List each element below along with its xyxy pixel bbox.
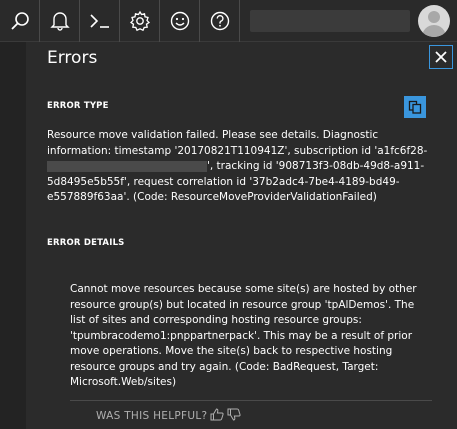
- gear-icon: [129, 10, 150, 32]
- cloud-shell-icon: [89, 14, 109, 28]
- copy-icon: [408, 100, 422, 114]
- avatar-body: [422, 25, 446, 37]
- close-icon: [435, 51, 447, 63]
- errors-panel: Errors ERROR TYPE Resource move validati…: [26, 42, 457, 429]
- thumbs-up-button[interactable]: [210, 408, 224, 424]
- error-type-message: Resource move validation failed. Please …: [47, 128, 432, 206]
- helpful-label: WAS THIS HELPFUL?: [96, 410, 208, 422]
- account-name-redacted[interactable]: [250, 10, 410, 32]
- help-button[interactable]: [200, 0, 240, 42]
- top-toolbar: [0, 0, 457, 42]
- help-icon: [210, 11, 229, 31]
- divider: [70, 400, 432, 401]
- bell-icon: [49, 12, 70, 31]
- error-type-heading: ERROR TYPE: [47, 101, 109, 111]
- feedback-button[interactable]: [160, 0, 200, 42]
- avatar-head: [428, 11, 440, 23]
- smiley-icon: [170, 11, 189, 31]
- settings-button[interactable]: [120, 0, 160, 42]
- thumbs-down-icon: [227, 408, 241, 421]
- left-strip: [0, 42, 26, 429]
- close-button[interactable]: [429, 45, 453, 69]
- thumbs-up-icon: [210, 408, 224, 421]
- search-icon: [10, 12, 29, 30]
- copy-button[interactable]: [404, 96, 426, 118]
- redacted-subscription-id: [47, 160, 207, 172]
- thumbs-down-button[interactable]: [227, 408, 241, 424]
- error-details-heading: ERROR DETAILS: [47, 238, 125, 248]
- error-details-message: Cannot move resources because some site(…: [70, 283, 417, 388]
- search-button[interactable]: [0, 0, 40, 42]
- page-title: Errors: [47, 48, 98, 68]
- notifications-button[interactable]: [40, 0, 80, 42]
- cloud-shell-button[interactable]: [80, 0, 120, 42]
- error-type-message-part1: Resource move validation failed. Please …: [47, 129, 428, 157]
- avatar[interactable]: [418, 5, 450, 37]
- helpful-feedback: WAS THIS HELPFUL?: [96, 408, 241, 424]
